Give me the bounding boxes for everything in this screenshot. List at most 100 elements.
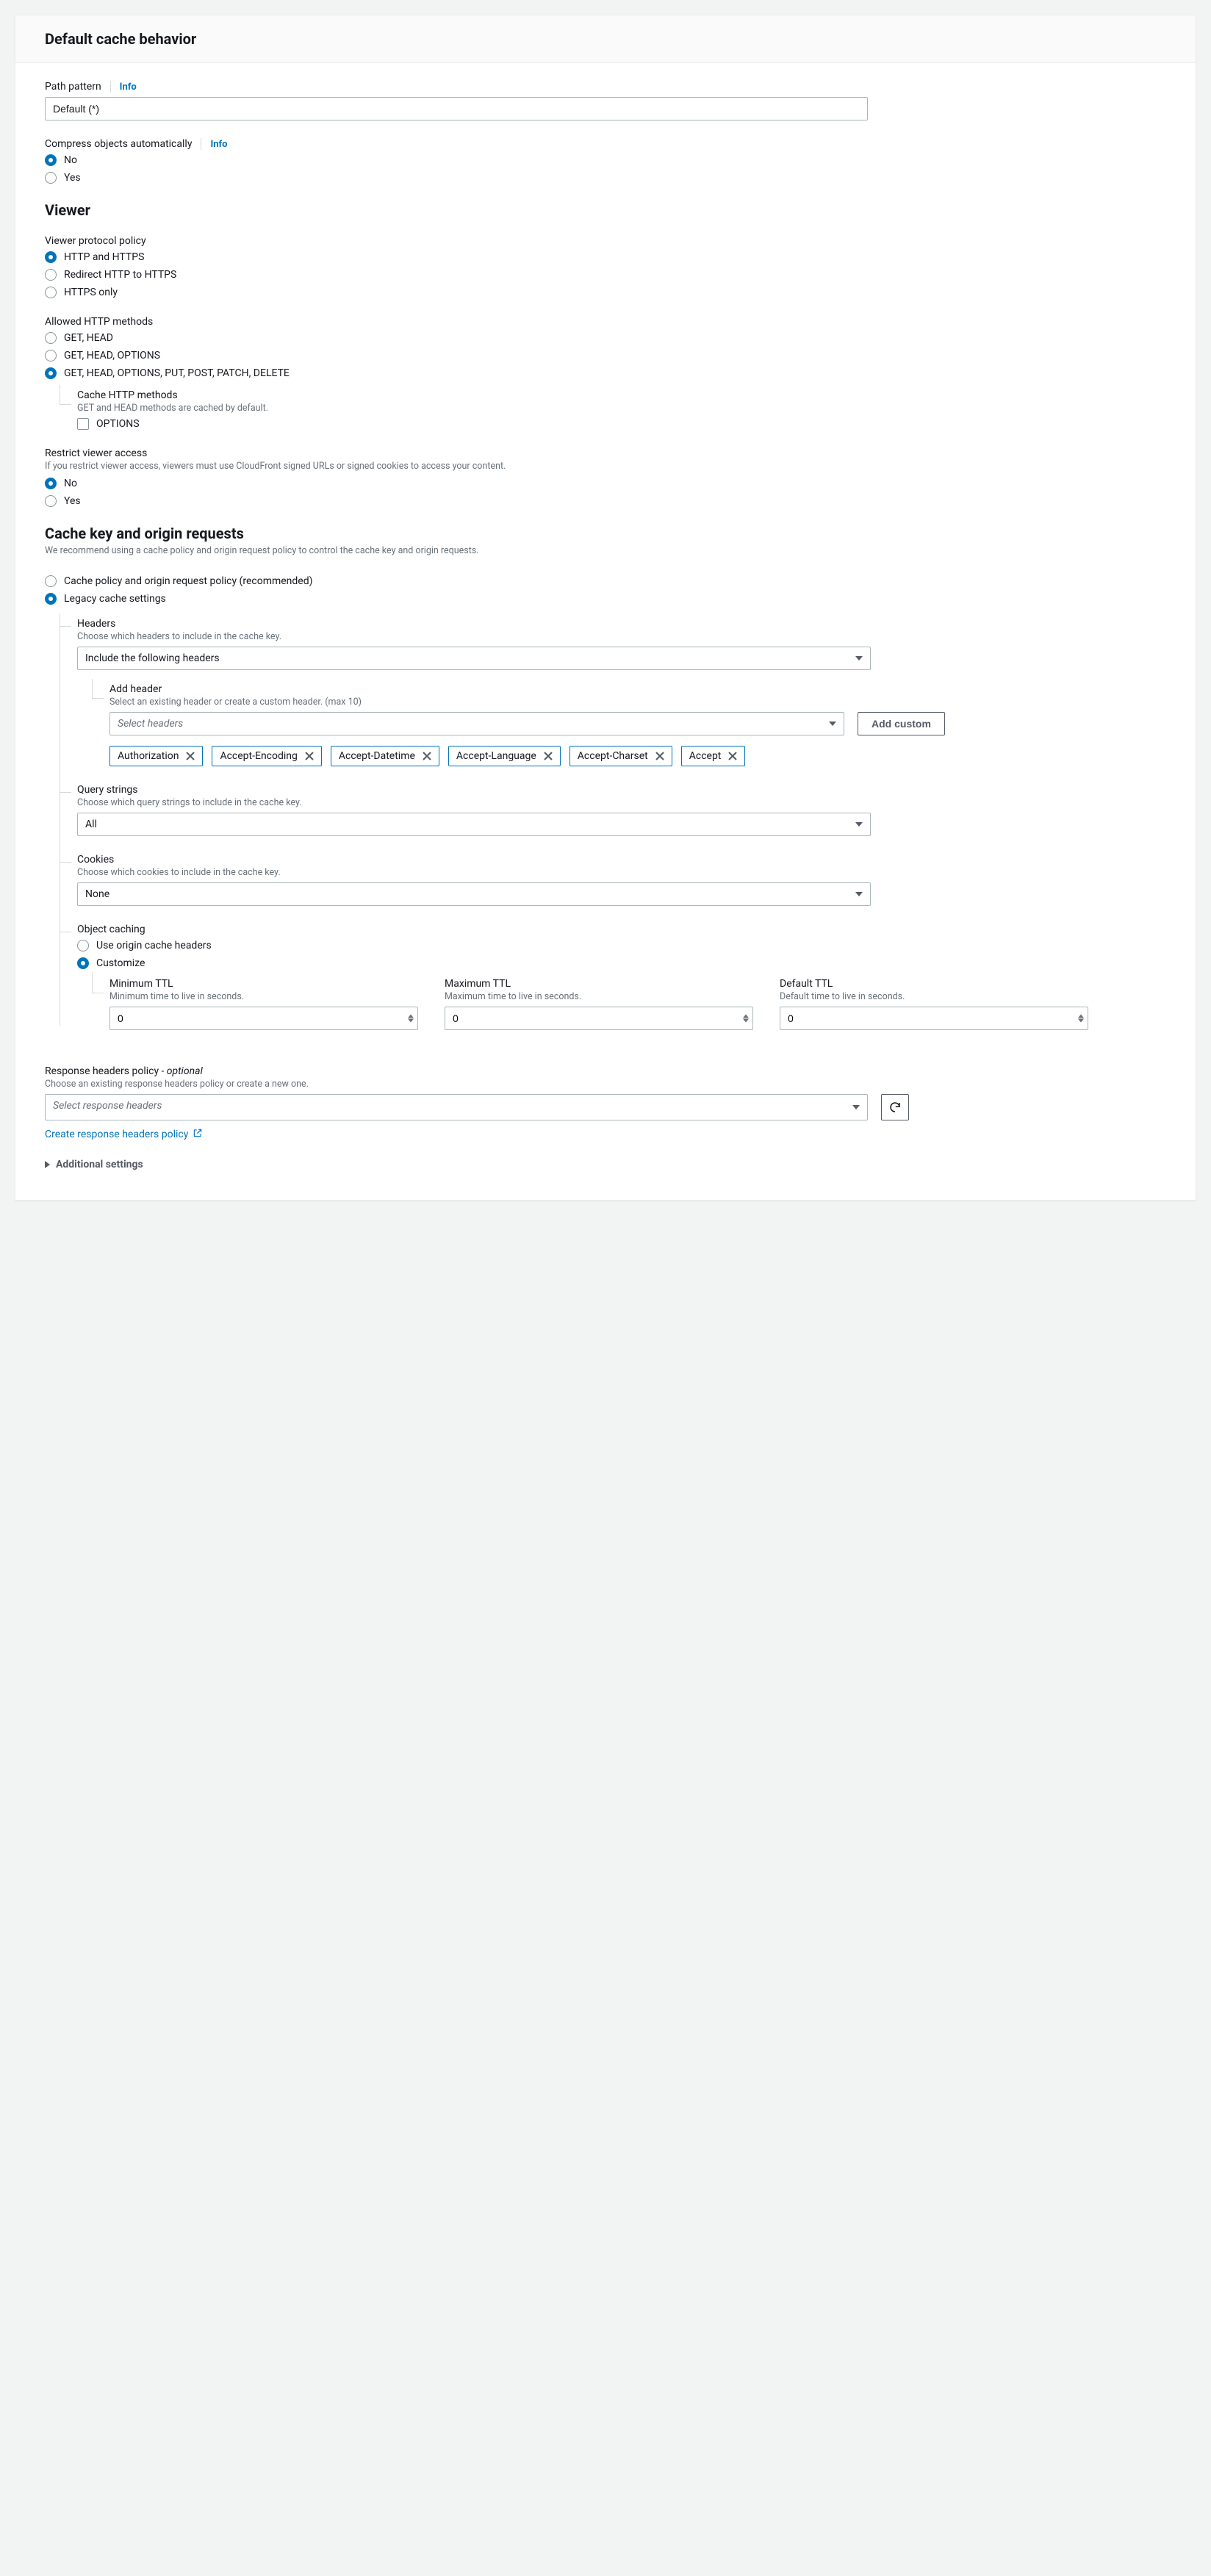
object-caching-field: Object caching Use origin cache headers … — [77, 924, 1166, 1030]
default-cache-behavior-panel: Default cache behavior Path pattern Info… — [15, 15, 1196, 1201]
min-ttl-field: Minimum TTL Minimum time to live in seco… — [109, 978, 418, 1030]
create-response-headers-text: Create response headers policy — [45, 1129, 188, 1140]
close-icon — [305, 752, 314, 760]
response-headers-select[interactable]: Select response headers — [45, 1094, 868, 1120]
path-pattern-info-link[interactable]: Info — [120, 82, 137, 93]
response-headers-label: Response headers policy - optional — [45, 1065, 1166, 1077]
methods-all-label: GET, HEAD, OPTIONS, PUT, POST, PATCH, DE… — [64, 367, 290, 379]
spinner-icon[interactable] — [1078, 1015, 1084, 1023]
header-tag: Accept-Language — [448, 746, 561, 766]
protocol-both-radio[interactable] — [45, 251, 57, 263]
restrict-label: Restrict viewer access — [45, 447, 1166, 459]
create-response-headers-link[interactable]: Create response headers policy — [45, 1128, 203, 1141]
caching-origin-radio[interactable] — [77, 940, 89, 951]
methods-all-radio[interactable] — [45, 367, 57, 379]
panel-title: Default cache behavior — [45, 30, 1166, 48]
default-ttl-label: Default TTL — [780, 978, 1088, 990]
close-icon — [423, 752, 431, 760]
spinner-icon[interactable] — [743, 1015, 749, 1023]
cachekey-heading: Cache key and origin requests — [45, 525, 1166, 542]
restrict-access-field: Restrict viewer access If you restrict v… — [45, 447, 1166, 507]
compress-no-radio[interactable] — [45, 154, 57, 166]
query-select[interactable]: All — [77, 813, 871, 836]
protocol-redirect-radio[interactable] — [45, 269, 57, 281]
tag-text: Accept-Language — [456, 750, 536, 762]
response-headers-field: Response headers policy - optional Choos… — [45, 1065, 1166, 1141]
cookies-select[interactable]: None — [77, 882, 871, 906]
compress-no-label: No — [64, 154, 77, 166]
min-ttl-input[interactable] — [109, 1007, 418, 1030]
headers-select[interactable]: Include the following headers — [77, 647, 871, 670]
viewer-heading: Viewer — [45, 201, 1166, 219]
tag-text: Accept — [689, 750, 722, 762]
max-ttl-input[interactable] — [445, 1007, 753, 1030]
caching-custom-radio[interactable] — [77, 957, 89, 969]
methods-gho-label: GET, HEAD, OPTIONS — [64, 350, 160, 361]
default-ttl-hint: Default time to live in seconds. — [780, 991, 1088, 1002]
compress-label: Compress objects automatically — [45, 138, 192, 150]
caching-origin-label: Use origin cache headers — [96, 940, 212, 951]
default-ttl-input[interactable] — [780, 1007, 1088, 1030]
viewer-protocol-field: Viewer protocol policy HTTP and HTTPS Re… — [45, 235, 1166, 298]
compress-yes-label: Yes — [64, 172, 81, 184]
remove-tag-button[interactable] — [655, 752, 664, 760]
query-label: Query strings — [77, 784, 1166, 796]
tag-text: Accept-Datetime — [339, 750, 415, 762]
compress-info-link[interactable]: Info — [210, 139, 227, 150]
allowed-methods-field: Allowed HTTP methods GET, HEAD GET, HEAD… — [45, 316, 1166, 430]
tag-text: Authorization — [118, 750, 179, 762]
methods-gho-radio[interactable] — [45, 350, 57, 361]
max-ttl-label: Maximum TTL — [445, 978, 753, 990]
path-pattern-input[interactable] — [45, 97, 868, 120]
restrict-yes-radio[interactable] — [45, 495, 57, 507]
cookies-hint: Choose which cookies to include in the c… — [77, 867, 1166, 878]
mode-policy-radio[interactable] — [45, 575, 57, 587]
mode-legacy-radio[interactable] — [45, 593, 57, 605]
close-icon — [544, 752, 553, 760]
headers-label: Headers — [77, 618, 1166, 630]
remove-tag-button[interactable] — [423, 752, 431, 760]
restrict-hint: If you restrict viewer access, viewers m… — [45, 461, 1166, 472]
tag-text: Accept-Charset — [578, 750, 648, 762]
query-select-value: All — [85, 819, 97, 830]
add-header-hint: Select an existing header or create a cu… — [109, 697, 1166, 708]
caret-right-icon — [45, 1161, 50, 1168]
optional-text: - optional — [159, 1065, 203, 1077]
remove-tag-button[interactable] — [728, 752, 737, 760]
header-tag: Authorization — [109, 746, 203, 766]
headers-field: Headers Choose which headers to include … — [77, 618, 1166, 766]
tag-text: Accept-Encoding — [220, 750, 297, 762]
mode-policy-label: Cache policy and origin request policy (… — [64, 575, 313, 587]
add-header-select[interactable]: Select headers — [109, 712, 844, 735]
caret-down-icon — [829, 722, 836, 726]
max-ttl-hint: Maximum time to live in seconds. — [445, 991, 753, 1002]
path-pattern-label: Path pattern — [45, 81, 101, 93]
protocol-both-label: HTTP and HTTPS — [64, 251, 144, 263]
query-hint: Choose which query strings to include in… — [77, 797, 1166, 808]
remove-tag-button[interactable] — [186, 752, 195, 760]
cache-options-label: OPTIONS — [96, 418, 140, 430]
response-headers-placeholder: Select response headers — [53, 1100, 162, 1112]
restrict-no-label: No — [64, 478, 77, 489]
default-ttl-field: Default TTL Default time to live in seco… — [780, 978, 1088, 1030]
restrict-no-radio[interactable] — [45, 478, 57, 489]
methods-gh-radio[interactable] — [45, 332, 57, 344]
close-icon — [186, 752, 195, 760]
min-ttl-label: Minimum TTL — [109, 978, 418, 990]
protocol-https-radio[interactable] — [45, 287, 57, 298]
compress-yes-radio[interactable] — [45, 172, 57, 184]
caching-custom-label: Customize — [96, 957, 145, 969]
remove-tag-button[interactable] — [305, 752, 314, 760]
add-header-placeholder: Select headers — [118, 718, 183, 730]
remove-tag-button[interactable] — [544, 752, 553, 760]
refresh-button[interactable] — [881, 1094, 909, 1120]
max-ttl-field: Maximum TTL Maximum time to live in seco… — [445, 978, 753, 1030]
headers-select-value: Include the following headers — [85, 652, 220, 664]
cookies-field: Cookies Choose which cookies to include … — [77, 854, 1166, 906]
cookies-select-value: None — [85, 888, 109, 900]
add-custom-button[interactable]: Add custom — [858, 712, 945, 735]
spinner-icon[interactable] — [408, 1015, 414, 1023]
cache-options-checkbox[interactable] — [77, 418, 89, 430]
protocol-redirect-label: Redirect HTTP to HTTPS — [64, 269, 176, 281]
additional-settings-toggle[interactable]: Additional settings — [45, 1159, 1166, 1170]
